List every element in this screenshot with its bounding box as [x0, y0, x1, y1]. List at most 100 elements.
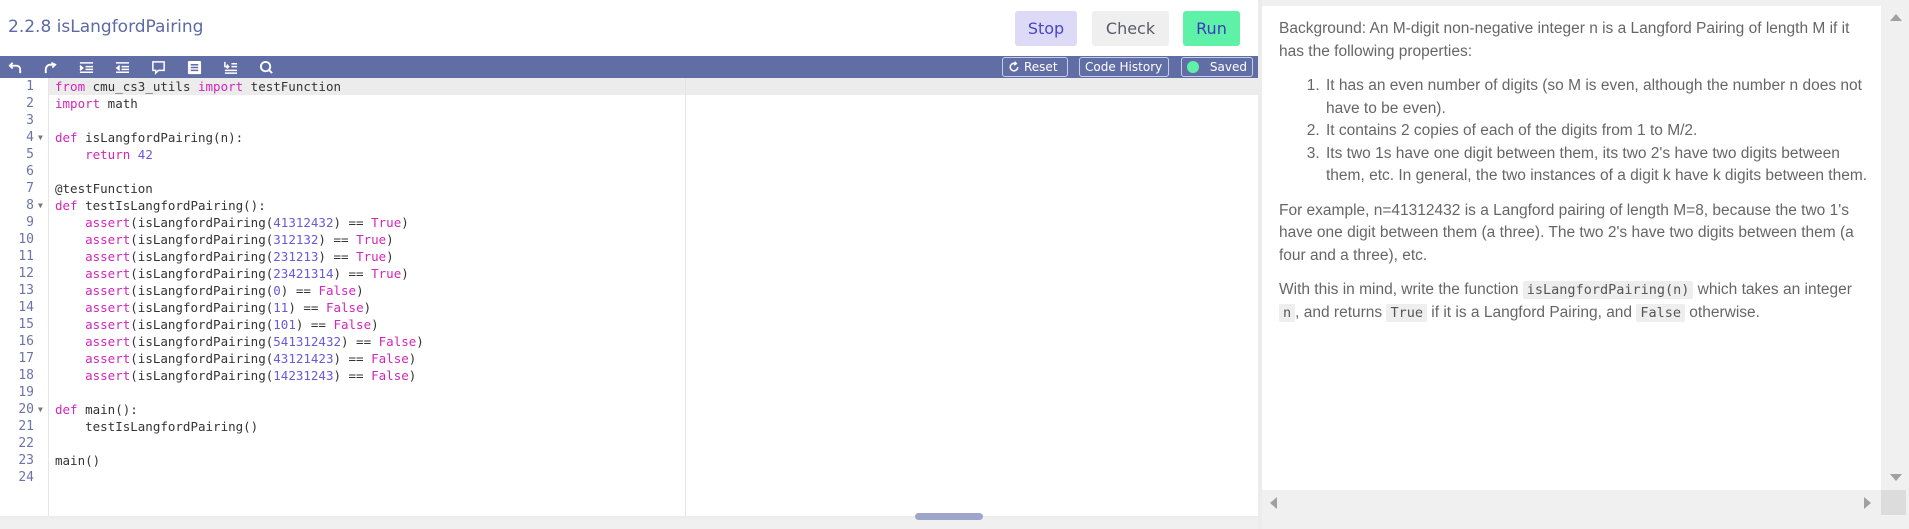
text-token: ) == — [333, 266, 372, 281]
check-button[interactable]: Check — [1092, 11, 1169, 46]
keyword-token: assert — [85, 334, 131, 349]
keyword-token: assert — [85, 266, 131, 281]
outdent-icon[interactable] — [113, 58, 131, 76]
code-line[interactable]: 12 assert(isLangfordPairing(23421314) ==… — [0, 265, 1258, 282]
text-token: ) — [408, 368, 417, 383]
code-function-signature: isLangfordPairing(n) — [1522, 281, 1694, 299]
reset-button[interactable]: Reset — [1002, 57, 1068, 77]
fold-toggle-icon[interactable]: ▼ — [38, 197, 43, 214]
text-token: ) — [408, 351, 417, 366]
code-text: assert(isLangfordPairing(541312432) == F… — [55, 333, 424, 350]
code-line[interactable]: 9 assert(isLangfordPairing(41312432) == … — [0, 214, 1258, 231]
fold-toggle-icon[interactable]: ▼ — [38, 129, 43, 146]
comment-icon[interactable] — [149, 58, 167, 76]
scroll-up-icon[interactable] — [1890, 14, 1902, 21]
text-token: ) — [356, 283, 364, 298]
run-button[interactable]: Run — [1183, 11, 1240, 46]
code-text: assert(isLangfordPairing(312132) == True… — [55, 231, 394, 248]
keyword-token: assert — [85, 249, 131, 264]
number-token: 41312432 — [273, 215, 334, 230]
code-text: assert(isLangfordPairing(43121423) == Fa… — [55, 350, 416, 367]
text-token: (isLangfordPairing( — [130, 317, 274, 332]
code-line[interactable]: 20 ▼ def main(): — [0, 401, 1258, 418]
line-number: 4 — [26, 130, 34, 145]
code-line[interactable]: 15 assert(isLangfordPairing(101) == Fals… — [0, 316, 1258, 333]
code-line[interactable]: 4 ▼ def isLangfordPairing(n): — [0, 129, 1258, 146]
format-icon[interactable] — [185, 58, 203, 76]
indent-icon[interactable] — [77, 58, 95, 76]
code-line[interactable]: 7 @testFunction — [0, 180, 1258, 197]
code-text: assert(isLangfordPairing(14231243) == Fa… — [55, 367, 416, 384]
stop-button[interactable]: Stop — [1015, 11, 1077, 46]
redo-icon[interactable] — [40, 58, 58, 76]
code-line[interactable]: 2 import math — [0, 95, 1258, 112]
task-part: , and returns — [1295, 303, 1387, 321]
code-line[interactable]: 14 assert(isLangfordPairing(11) == False… — [0, 299, 1258, 316]
code-line[interactable]: 6 — [0, 163, 1258, 180]
fold-toggle-icon[interactable]: ▼ — [38, 401, 43, 418]
code-text: assert(isLangfordPairing(101) == False) — [55, 316, 379, 333]
code-true: True — [1386, 303, 1427, 322]
number-token: 101 — [273, 317, 296, 332]
boolean-token: False — [333, 317, 372, 332]
text-token: ) == — [295, 317, 334, 332]
code-text: assert(isLangfordPairing(23421314) == Tr… — [55, 265, 409, 282]
text-token: ) — [371, 317, 379, 332]
code-history-button[interactable]: Code History — [1079, 57, 1169, 77]
code-line[interactable]: 17 assert(isLangfordPairing(43121423) ==… — [0, 350, 1258, 367]
code-line[interactable]: 19 — [0, 384, 1258, 401]
header: 2.2.8 isLangfordPairing Stop Check Run — [0, 6, 1258, 56]
saved-indicator-icon — [1187, 61, 1199, 73]
code-text: main() — [55, 452, 100, 469]
text-token: main() — [55, 453, 101, 468]
description-horizontal-scrollbar[interactable] — [1262, 490, 1881, 517]
text-token: ) == — [318, 249, 357, 264]
fold-icon[interactable] — [221, 58, 239, 76]
app: 2.2.8 isLangfordPairing Stop Check Run R… — [0, 0, 1909, 529]
line-number: 11 — [18, 249, 34, 264]
undo-icon[interactable] — [6, 58, 24, 76]
text-token: (isLangfordPairing( — [130, 232, 274, 247]
text-token: ) == — [333, 368, 372, 383]
code-line[interactable]: 21 testIsLangfordPairing() — [0, 418, 1258, 435]
keyword-token: from — [55, 79, 86, 94]
scroll-down-icon[interactable] — [1890, 474, 1902, 481]
code-line[interactable]: 8 ▼ def testIsLangfordPairing(): — [0, 197, 1258, 214]
text-token: ) == — [280, 283, 319, 298]
search-icon[interactable] — [257, 58, 275, 76]
code-line[interactable]: 18 assert(isLangfordPairing(14231243) ==… — [0, 367, 1258, 384]
code-text: def main(): — [55, 401, 138, 418]
line-number: 19 — [18, 385, 34, 400]
text-token: testIsLangfordPairing() — [55, 419, 259, 434]
panel-resize-handle[interactable] — [915, 513, 983, 520]
code-line[interactable]: 23 main() — [0, 452, 1258, 469]
line-number: 5 — [26, 147, 34, 162]
number-token: 231213 — [273, 249, 319, 264]
code-editor[interactable]: 1 from cmu_cs3_utils import testFunction 2… — [0, 78, 1258, 518]
code-line[interactable]: 22 — [0, 435, 1258, 452]
scroll-left-icon[interactable] — [1270, 497, 1277, 509]
boolean-token: False — [371, 368, 409, 383]
code-line[interactable]: 24 — [0, 469, 1258, 486]
description-vertical-scrollbar[interactable] — [1881, 0, 1909, 492]
code-line[interactable]: 16 assert(isLangfordPairing(541312432) =… — [0, 333, 1258, 350]
code-line[interactable]: 11 assert(isLangfordPairing(231213) == T… — [0, 248, 1258, 265]
scroll-right-icon[interactable] — [1864, 497, 1871, 509]
code-line[interactable]: 3 — [0, 112, 1258, 129]
line-number: 16 — [18, 334, 34, 349]
code-text: import math — [55, 95, 138, 112]
text-token: ) == — [288, 300, 326, 315]
text-token: testFunction — [243, 79, 341, 94]
keyword-token: assert — [85, 317, 131, 332]
code-line[interactable]: 13 assert(isLangfordPairing(0) == False) — [0, 282, 1258, 299]
text-token: (isLangfordPairing( — [130, 334, 274, 349]
code-line[interactable]: 5 return 42 — [0, 146, 1258, 163]
text-token: ) — [363, 300, 372, 315]
code-line[interactable]: 10 assert(isLangfordPairing(312132) == T… — [0, 231, 1258, 248]
code-line[interactable]: 1 from cmu_cs3_utils import testFunction — [0, 78, 1258, 95]
